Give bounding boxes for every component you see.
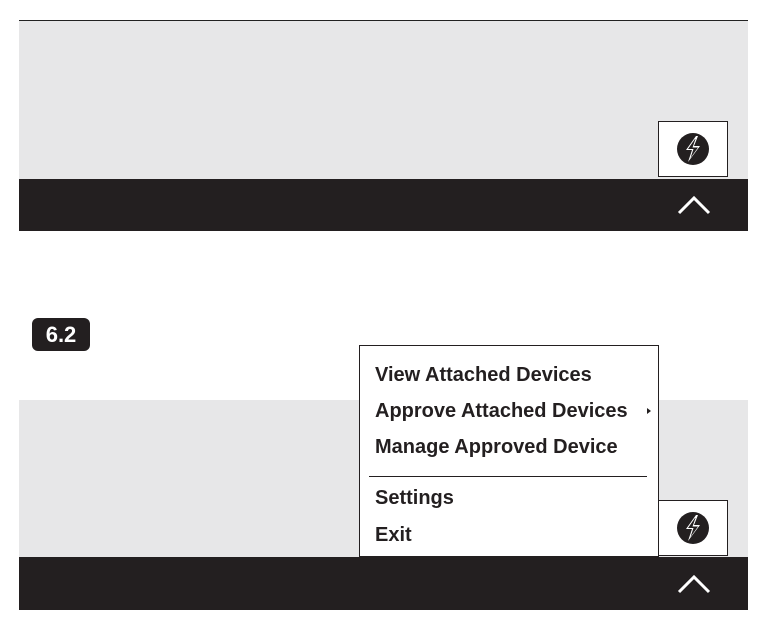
thunderbolt-icon bbox=[677, 512, 709, 544]
thunderbolt-icon bbox=[677, 133, 709, 165]
thunderbolt-tray-button[interactable] bbox=[658, 500, 728, 556]
desktop-area-top bbox=[19, 21, 748, 179]
chevron-up-icon[interactable] bbox=[677, 195, 711, 215]
thunderbolt-tray-button[interactable] bbox=[658, 121, 728, 177]
menu-item-settings[interactable]: Settings bbox=[375, 486, 454, 510]
step-badge: 6.2 bbox=[32, 318, 90, 351]
triangle-right-icon bbox=[647, 408, 651, 414]
thunderbolt-context-menu: View Attached Devices Approve Attached D… bbox=[359, 345, 659, 557]
taskbar-bottom bbox=[19, 557, 748, 610]
menu-item-view-attached-devices[interactable]: View Attached Devices bbox=[375, 363, 592, 387]
chevron-up-icon[interactable] bbox=[677, 574, 711, 594]
menu-item-exit[interactable]: Exit bbox=[375, 523, 412, 547]
taskbar-top bbox=[19, 179, 748, 231]
menu-item-approve-attached-devices[interactable]: Approve Attached Devices bbox=[375, 399, 628, 423]
menu-separator bbox=[369, 476, 647, 477]
menu-item-manage-approved-device[interactable]: Manage Approved Device bbox=[375, 435, 618, 459]
